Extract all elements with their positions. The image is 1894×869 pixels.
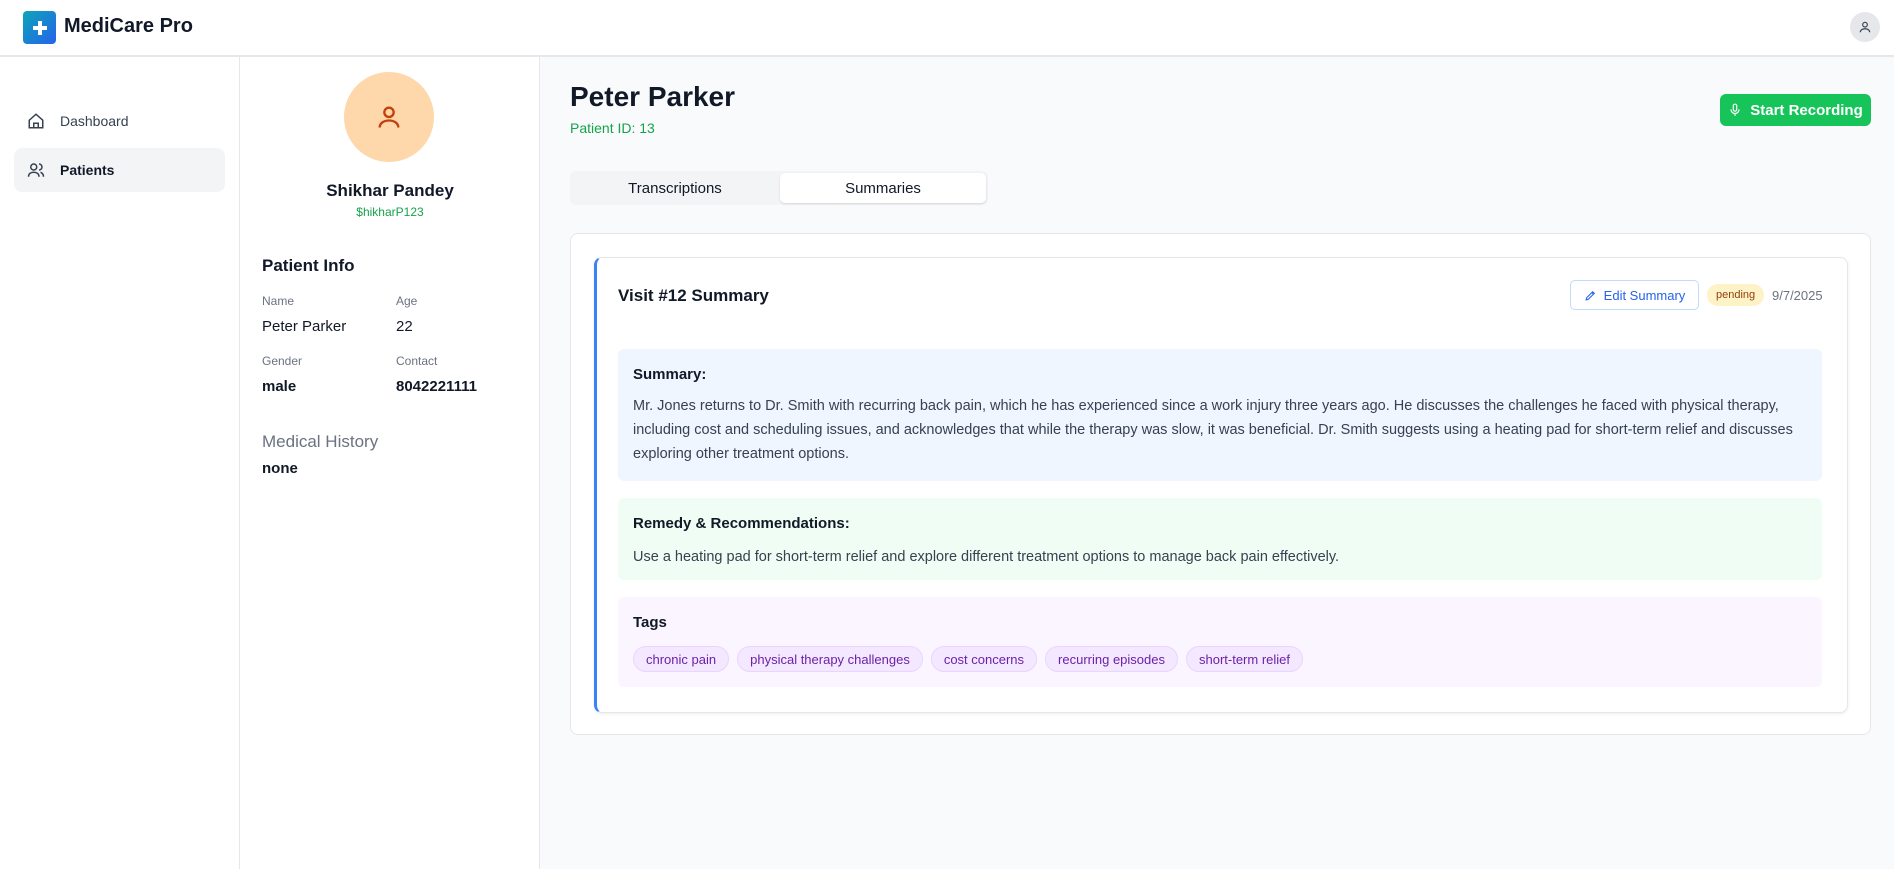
- tag[interactable]: chronic pain: [633, 646, 730, 672]
- sidebar-nav: Dashboard Patients: [0, 57, 240, 869]
- name-label: Name: [262, 294, 295, 308]
- doctor-handle: $hikharP123: [356, 205, 424, 219]
- patient-id: Patient ID: 13: [570, 120, 655, 136]
- gender-value: male: [262, 378, 297, 395]
- microphone-icon: [1730, 103, 1740, 116]
- tab-transcriptions[interactable]: Transcriptions: [572, 173, 778, 203]
- name-value: Peter Parker: [262, 318, 347, 335]
- sidebar-item-patients[interactable]: Patients: [14, 148, 225, 192]
- sidebar-item-dashboard[interactable]: Dashboard: [14, 99, 225, 143]
- start-recording-label: Start Recording: [1750, 101, 1863, 119]
- sidebar-item-label: Dashboard: [60, 113, 129, 129]
- start-recording-button[interactable]: Start Recording: [1720, 94, 1871, 126]
- home-icon: [28, 113, 44, 129]
- gender-label: Gender: [262, 354, 303, 368]
- doctor-name: Shikhar Pandey: [326, 181, 454, 200]
- edit-summary-label: Edit Summary: [1603, 287, 1686, 303]
- summary-text: Mr. Jones returns to Dr. Smith with recu…: [633, 398, 1793, 462]
- page-title: Peter Parker: [570, 81, 736, 112]
- tags-title: Tags: [633, 614, 667, 631]
- summary-panel: Summary: Mr. Jones returns to Dr. Smith …: [618, 349, 1822, 481]
- visit-title: Visit #12 Summary: [618, 286, 769, 305]
- visit-date: 9/7/2025: [1772, 288, 1823, 303]
- tags-panel: Tags chronic pain physical therapy chall…: [618, 597, 1822, 687]
- sidebar-item-label: Patients: [60, 162, 115, 178]
- pencil-icon: [1585, 290, 1595, 301]
- users-icon: [27, 163, 45, 177]
- user-icon: [378, 106, 400, 128]
- tab-summaries[interactable]: Summaries: [780, 173, 986, 203]
- logo-plus-icon[interactable]: [23, 11, 56, 44]
- status-badge: pending: [1707, 284, 1765, 306]
- age-value: 22: [396, 318, 413, 335]
- remedy-title: Remedy & Recommendations:: [633, 515, 850, 532]
- tab-bar: Transcriptions Summaries: [570, 171, 988, 205]
- tag[interactable]: short-term relief: [1185, 646, 1304, 672]
- contact-label: Contact: [396, 354, 438, 368]
- app-brand[interactable]: MediCare Pro: [64, 15, 193, 38]
- top-bar: MediCare Pro: [0, 0, 1894, 57]
- patient-info-title: Patient Info: [262, 256, 355, 275]
- medical-history-value: none: [262, 460, 298, 477]
- visit-summary-card: Visit #12 Summary Edit Summary pending 9…: [594, 257, 1848, 713]
- tag[interactable]: cost concerns: [930, 646, 1038, 672]
- edit-summary-button[interactable]: Edit Summary: [1570, 280, 1699, 310]
- remedy-panel: Remedy & Recommendations: Use a heating …: [618, 498, 1822, 580]
- profile-panel: Shikhar Pandey $hikharP123 Patient Info …: [240, 57, 540, 869]
- remedy-text: Use a heating pad for short-term relief …: [633, 549, 1340, 565]
- contact-value: 8042221111: [396, 378, 477, 395]
- summary-title: Summary:: [633, 366, 707, 383]
- avatar: [344, 72, 434, 162]
- medical-history-label: Medical History: [262, 432, 379, 451]
- tag[interactable]: recurring episodes: [1045, 646, 1178, 672]
- age-label: Age: [396, 294, 418, 308]
- tag[interactable]: physical therapy challenges: [737, 646, 923, 672]
- tag-list: chronic pain physical therapy challenges…: [633, 646, 1304, 672]
- user-menu-button[interactable]: [1850, 12, 1880, 42]
- user-icon: [1859, 21, 1871, 33]
